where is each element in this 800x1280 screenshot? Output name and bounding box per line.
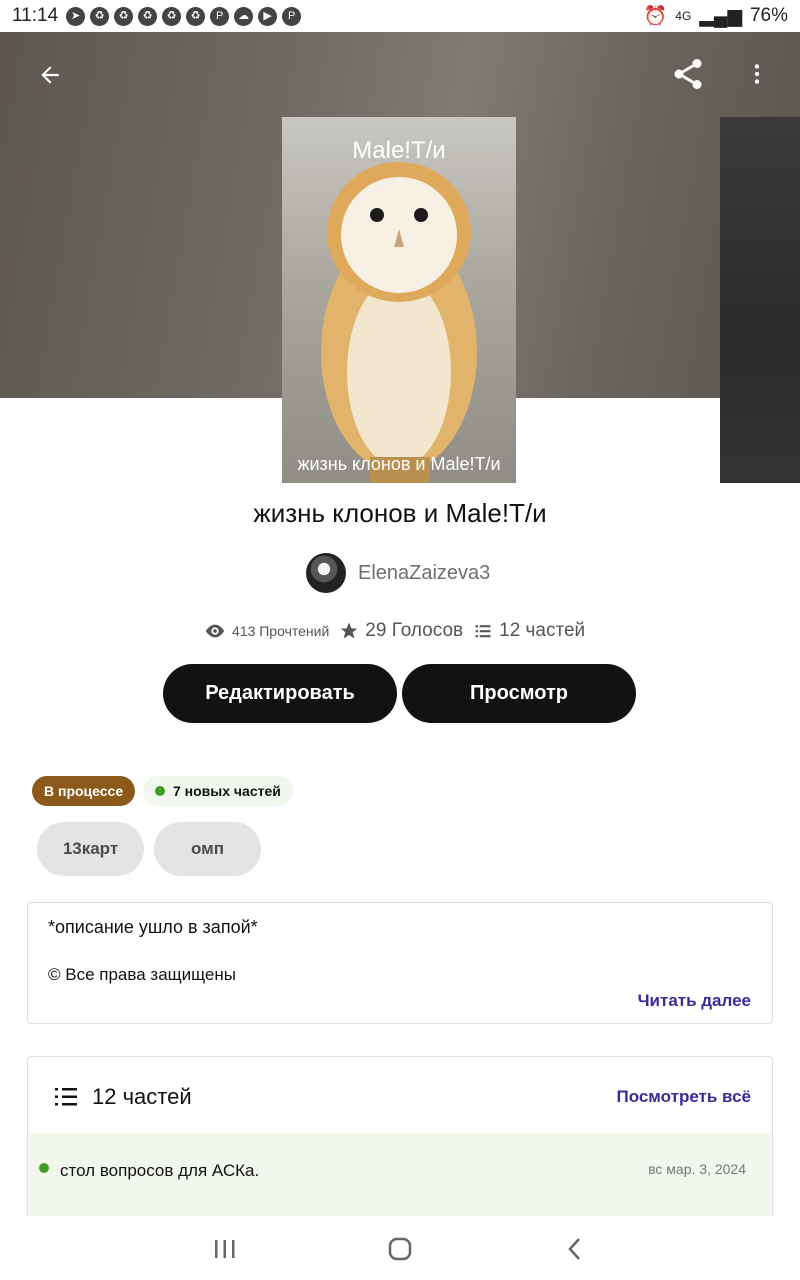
- recycle-icon: ♻: [114, 6, 134, 26]
- part-title: стол вопросов для АСКа.: [60, 1161, 260, 1180]
- new-part-dot: [39, 1163, 49, 1173]
- story-stats: 413 Прочтений 29 Голосов 12 частей: [204, 618, 585, 644]
- signal-icon: ▂▄▆: [699, 5, 742, 27]
- edit-button[interactable]: Редактировать: [163, 664, 397, 723]
- battery-level: 76%: [749, 5, 788, 26]
- system-status: ⏰ 4G ▂▄▆ 76%: [644, 0, 788, 32]
- system-navigation-bar: [0, 1216, 800, 1280]
- parts-card: 12 частей Посмотреть всё стол вопросов д…: [27, 1056, 773, 1226]
- preview-button[interactable]: Просмотр: [402, 664, 636, 723]
- recycle-icon: ♻: [90, 6, 110, 26]
- pinterest-icon: P: [210, 6, 230, 26]
- votes-stat: 29 Голосов: [339, 620, 463, 642]
- star-icon: [340, 622, 358, 639]
- reads-count: 413 Прочтений: [232, 623, 330, 639]
- cover-subtitle: жизнь клонов и Male!T/и: [297, 454, 501, 474]
- list-icon: [55, 1088, 77, 1106]
- pinterest-icon: P: [282, 6, 302, 26]
- new-parts-label: 7 новых частей: [173, 783, 281, 799]
- new-indicator-dot: [155, 786, 165, 796]
- author-link[interactable]: ElenaZaizeva3: [306, 553, 490, 593]
- recycle-icon: ♻: [162, 6, 182, 26]
- share-button[interactable]: [668, 54, 708, 94]
- author-name: ElenaZaizeva3: [358, 561, 491, 584]
- parts-stat: 12 частей: [473, 620, 585, 642]
- cloud-icon: ☁: [234, 6, 254, 26]
- recycle-icon: ♻: [138, 6, 158, 26]
- read-more-link[interactable]: Читать далее: [638, 991, 751, 1011]
- description-text: *описание ушло в запой*: [48, 917, 258, 937]
- author-avatar: [306, 553, 346, 593]
- back-button[interactable]: [30, 55, 70, 95]
- more-vertical-icon: [754, 64, 760, 84]
- see-all-link[interactable]: Посмотреть всё: [616, 1087, 751, 1107]
- home-icon: [388, 1237, 412, 1261]
- arrow-left-icon: [41, 66, 59, 84]
- status-badge: В процессе: [32, 776, 136, 806]
- story-cover[interactable]: Male!T/и жизнь клонов и Male!T/и: [282, 117, 516, 483]
- eye-icon: [205, 624, 225, 638]
- owl-illustration: [321, 162, 477, 483]
- status-bar: 11:14 ➤ ♻ ♻ ♻ ♻ ♻ P ☁ ▶ P ⏰ 4G ▂▄▆ 76%: [0, 0, 800, 32]
- recycle-icon: ♻: [186, 6, 206, 26]
- description-card: *описание ушло в запой* © Все права защи…: [27, 902, 773, 1024]
- parts-header: 12 частей Посмотреть всё: [28, 1057, 772, 1133]
- part-date: вс мар. 3, 2024: [648, 1161, 746, 1177]
- part-list-item[interactable]: стол вопросов для АСКа. вс мар. 3, 2024: [28, 1133, 772, 1225]
- share-icon: [674, 59, 702, 89]
- list-icon: [475, 625, 491, 638]
- alarm-icon: ⏰: [643, 6, 668, 27]
- next-story-cover[interactable]: [720, 117, 800, 483]
- more-options-button[interactable]: [737, 54, 777, 94]
- story-title: жизнь клонов и Male!T/и: [253, 498, 547, 528]
- system-back-button[interactable]: [555, 1234, 595, 1264]
- status-time: 11:14: [12, 5, 59, 26]
- copyright-text: © Все права защищены: [48, 965, 236, 984]
- new-parts-badge: 7 новых частей: [143, 776, 293, 806]
- telegram-icon: ➤: [66, 6, 86, 26]
- notification-icons: ➤ ♻ ♻ ♻ ♻ ♻ P ☁ ▶ P: [66, 6, 302, 26]
- parts-section-title: 12 частей: [92, 1084, 192, 1109]
- youtube-icon: ▶: [258, 6, 278, 26]
- reads-stat: 413 Прочтений: [204, 620, 329, 642]
- chevron-left-icon: [568, 1238, 580, 1260]
- home-button[interactable]: [380, 1234, 420, 1264]
- tag-chip[interactable]: омп: [154, 822, 261, 876]
- parts-count: 12 частей: [499, 620, 586, 641]
- recent-apps-button[interactable]: [205, 1234, 245, 1264]
- network-type: 4G: [675, 9, 692, 23]
- recent-apps-icon: [215, 1240, 235, 1258]
- tag-chip[interactable]: 13карт: [37, 822, 144, 876]
- cover-title: Male!T/и: [352, 137, 446, 164]
- votes-count: 29 Голосов: [365, 620, 464, 641]
